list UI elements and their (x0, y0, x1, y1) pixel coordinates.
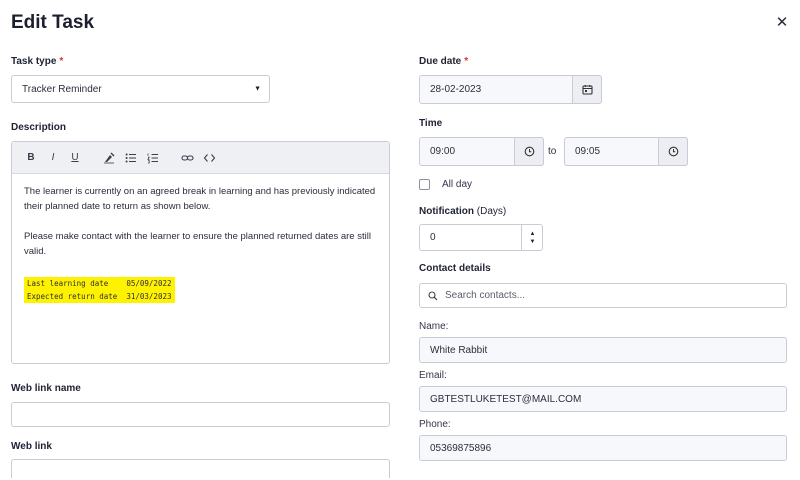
time-label: Time (419, 118, 443, 129)
bullet-list-icon (125, 153, 136, 162)
due-date-input[interactable]: 28-02-2023 (419, 75, 602, 104)
bold-button[interactable]: B (20, 147, 42, 169)
description-paragraph-1: The learner is currently on an agreed br… (24, 186, 376, 212)
contact-email-label: Email: (419, 370, 447, 381)
description-paragraph-2: Please make contact with the learner to … (24, 231, 371, 257)
contact-name-field[interactable]: White Rabbit (419, 337, 787, 363)
dialog-title: Edit Task (11, 12, 95, 33)
calendar-icon (581, 85, 593, 95)
clear-format-icon (104, 152, 115, 163)
numbered-list-button[interactable] (142, 147, 164, 169)
expected-return-date-line: Expected return date 31/03/2023 (24, 290, 175, 303)
decrement-arrow-icon[interactable]: ▼ (530, 238, 536, 246)
end-time-value: 09:05 (575, 146, 601, 157)
search-icon (428, 290, 438, 300)
code-icon (203, 153, 215, 162)
code-button[interactable] (198, 147, 220, 169)
notification-label: Notification (Days) (419, 206, 506, 217)
close-button[interactable]: ✕ (772, 12, 792, 32)
italic-button[interactable]: I (42, 147, 64, 169)
web-link-name-input[interactable] (11, 402, 390, 427)
notification-days-stepper[interactable]: 0 ▲ ▼ (419, 224, 543, 251)
numbered-list-icon (147, 153, 158, 163)
highlighted-dates: Last learning date 05/09/2022 Expected r… (24, 277, 377, 303)
web-link-input[interactable] (11, 459, 390, 478)
link-icon (180, 154, 194, 161)
underline-button[interactable]: U (64, 147, 86, 169)
editor-content[interactable]: The learner is currently on an agreed br… (12, 174, 389, 313)
web-link-name-label: Web link name (11, 383, 81, 394)
contact-email-field[interactable]: GBTESTLUKETEST@MAIL.COM (419, 386, 787, 412)
insert-link-button[interactable] (176, 147, 198, 169)
bullet-list-button[interactable] (120, 147, 142, 169)
editor-toolbar: B I U (12, 142, 389, 174)
due-date-label: Due date * (419, 56, 468, 67)
description-label: Description (11, 122, 67, 133)
end-time-input[interactable]: 09:05 (564, 137, 688, 166)
increment-arrow-icon[interactable]: ▲ (530, 230, 536, 238)
clock-icon (668, 146, 678, 157)
required-mark: * (59, 56, 64, 67)
notification-label-text: Notification (419, 206, 474, 217)
contact-phone-value: 05369875896 (430, 442, 492, 454)
contact-search-placeholder: Search contacts... (445, 290, 526, 301)
task-type-select[interactable]: Tracker Reminder ▼ (11, 75, 270, 103)
task-type-label-text: Task type (11, 56, 57, 67)
all-day-checkbox[interactable] (419, 179, 430, 190)
description-editor[interactable]: B I U The learner is currently on an agr… (11, 141, 390, 364)
calendar-button[interactable] (572, 75, 602, 104)
contact-search-input[interactable]: Search contacts... (419, 283, 787, 308)
start-time-clock-button[interactable] (514, 137, 544, 166)
task-type-value: Tracker Reminder (22, 83, 102, 95)
web-link-label: Web link (11, 441, 52, 452)
end-time-clock-button[interactable] (658, 137, 688, 166)
notification-days-value: 0 (430, 232, 436, 243)
due-date-value: 28-02-2023 (430, 84, 482, 95)
close-icon: ✕ (775, 14, 789, 31)
required-mark: * (464, 56, 469, 67)
task-type-label: Task type * (11, 56, 63, 67)
notification-unit: (Days) (476, 206, 507, 217)
contact-name-label: Name: (419, 321, 449, 332)
clear-format-button[interactable] (98, 147, 120, 169)
start-time-input[interactable]: 09:00 (419, 137, 544, 166)
contact-email-value: GBTESTLUKETEST@MAIL.COM (430, 393, 582, 405)
contact-details-label: Contact details (419, 263, 491, 274)
start-time-value: 09:00 (430, 146, 456, 157)
time-separator: to (548, 146, 557, 157)
due-date-label-text: Due date (419, 56, 462, 67)
contact-phone-field[interactable]: 05369875896 (419, 435, 787, 461)
contact-name-value: White Rabbit (430, 344, 488, 356)
clock-icon (524, 146, 534, 157)
dropdown-arrow-icon: ▼ (254, 85, 261, 93)
last-learning-date-line: Last learning date 05/09/2022 (24, 277, 175, 290)
all-day-label: All day (442, 179, 473, 190)
stepper-controls[interactable]: ▲ ▼ (521, 224, 543, 251)
contact-phone-label: Phone: (419, 419, 451, 430)
